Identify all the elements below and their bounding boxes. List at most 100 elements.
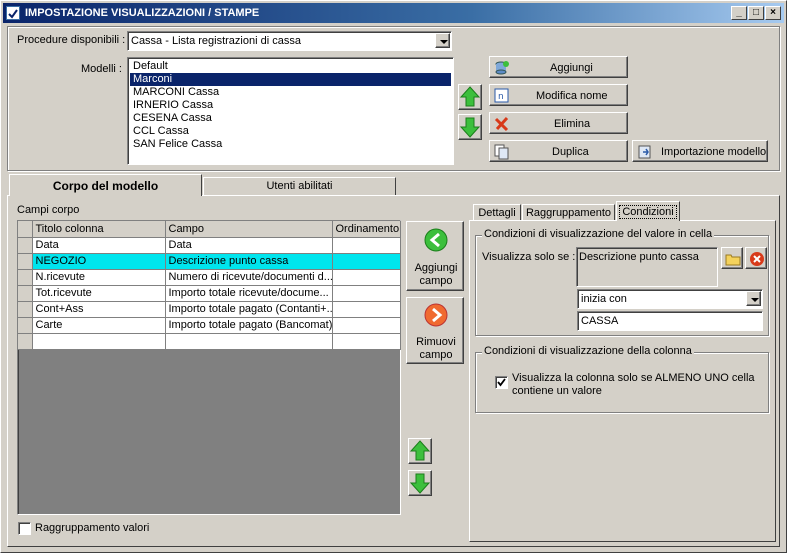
arrow-down-icon	[409, 473, 431, 494]
chevron-down-icon[interactable]	[746, 291, 761, 306]
campo-condizione-field[interactable]: Descrizione punto cassa	[576, 247, 718, 287]
maximize-button[interactable]: □	[748, 6, 764, 20]
cell-ordinamento[interactable]	[332, 301, 401, 318]
tab-condizioni[interactable]: Condizioni	[616, 201, 680, 221]
modelli-label: Modelli :	[81, 63, 122, 75]
row-header[interactable]	[18, 317, 33, 334]
raggruppamento-valori-checkbox[interactable]	[18, 522, 31, 535]
modello-item[interactable]: Marconi	[130, 73, 451, 86]
operatore-select[interactable]: inizia con	[577, 289, 763, 309]
chevron-down-icon[interactable]	[435, 33, 450, 48]
table-row[interactable]: Data Data	[18, 237, 401, 254]
procedure-label: Procedure disponibili :	[17, 34, 126, 46]
group2-title: Condizioni di visualizzazione della colo…	[482, 345, 694, 357]
browse-button[interactable]	[721, 247, 743, 269]
cell-titolo[interactable]: Cont+Ass	[32, 301, 166, 318]
row-header-corner	[18, 221, 33, 238]
row-header[interactable]	[18, 269, 33, 286]
table-row[interactable]	[18, 333, 401, 350]
cell-ordinamento[interactable]	[332, 333, 401, 350]
modello-item[interactable]: CCL Cassa	[130, 125, 451, 138]
tab-corpo-modello[interactable]: Corpo del modello	[9, 174, 202, 196]
cell-titolo[interactable]: Tot.ricevute	[32, 285, 166, 302]
aggiungi-button[interactable]: Aggiungi	[489, 56, 628, 78]
row-header[interactable]	[18, 301, 33, 318]
tab-raggruppamento[interactable]: Raggruppamento	[522, 204, 615, 220]
col-header-ordinamento[interactable]: Ordinamento	[332, 221, 401, 238]
cell-titolo[interactable]: N.ricevute	[32, 269, 166, 286]
campi-table: Titolo colonna Campo Ordinamento Data Dat…	[18, 221, 401, 350]
cell-titolo[interactable]: Data	[32, 237, 166, 254]
cell-campo[interactable]: Data	[165, 237, 333, 254]
move-down-button[interactable]	[458, 114, 482, 140]
visualizza-colonna-checkbox[interactable]	[495, 376, 508, 389]
minimize-button[interactable]: _	[731, 6, 747, 20]
visualizza-solo-se-label: Visualizza solo se :	[482, 251, 576, 263]
aggiungi-campo-label: Aggiungi	[414, 262, 458, 274]
elimina-label: Elimina	[554, 118, 591, 130]
close-button[interactable]: ×	[765, 6, 781, 20]
tab-utenti-label: Utenti abilitati	[266, 180, 333, 192]
arrow-down-icon	[459, 117, 481, 138]
cell-titolo[interactable]: NEGOZIO	[32, 253, 166, 270]
modello-item[interactable]: IRNERIO Cassa	[130, 99, 451, 112]
importazione-modello-button[interactable]: Importazione modello	[632, 140, 768, 162]
clear-icon	[750, 252, 764, 266]
table-row[interactable]: Tot.ricevute Importo totale ricevute/docu…	[18, 285, 401, 302]
cell-ordinamento[interactable]	[332, 285, 401, 302]
tab-condizioni-label: Condizioni	[619, 205, 677, 219]
raggruppamento-valori-label: Raggruppamento valori	[35, 522, 150, 534]
modelli-list[interactable]: Default Marconi MARCONI Cassa IRNERIO Cassa…	[127, 57, 454, 165]
cell-campo[interactable]: Importo totale pagato (Bancomat)	[165, 317, 333, 334]
row-header[interactable]	[18, 285, 33, 302]
arrow-right-circle-icon	[424, 303, 448, 327]
modello-item[interactable]: CESENA Cassa	[130, 112, 451, 125]
tab-utenti-abilitati[interactable]: Utenti abilitati	[203, 177, 396, 195]
svg-text:n: n	[498, 92, 504, 102]
duplica-button[interactable]: Duplica	[489, 140, 628, 162]
cell-ordinamento[interactable]	[332, 317, 401, 334]
cell-ordinamento[interactable]	[332, 237, 401, 254]
modello-item[interactable]: Default	[130, 60, 451, 73]
modifica-nome-button[interactable]: n Modifica nome	[489, 84, 628, 106]
elimina-button[interactable]: Elimina	[489, 112, 628, 134]
campo-condizione-value: Descrizione punto cassa	[579, 251, 699, 263]
duplica-label: Duplica	[552, 146, 589, 158]
rimuovi-campo-button[interactable]: Rimuovi campo	[406, 297, 464, 364]
table-row[interactable]: NEGOZIO Descrizione punto cassa	[18, 253, 401, 270]
row-header[interactable]	[18, 237, 33, 254]
row-header[interactable]	[18, 253, 33, 270]
cell-titolo[interactable]	[32, 333, 166, 350]
cell-campo[interactable]: Numero di ricevute/documenti d...	[165, 269, 333, 286]
folder-icon	[725, 254, 741, 266]
col-header-titolo[interactable]: Titolo colonna	[32, 221, 166, 238]
arrow-left-circle-icon	[424, 228, 448, 252]
field-up-button[interactable]	[408, 438, 432, 464]
cell-campo[interactable]	[165, 333, 333, 350]
modello-item[interactable]: SAN Felice Cassa	[130, 138, 451, 151]
aggiungi-campo-button[interactable]: Aggiungi campo	[406, 221, 464, 291]
move-up-button[interactable]	[458, 84, 482, 110]
procedure-select[interactable]: Cassa - Lista registrazioni di cassa	[127, 31, 452, 51]
clear-button[interactable]	[745, 247, 767, 269]
field-down-button[interactable]	[408, 470, 432, 496]
table-row[interactable]: Carte Importo totale pagato (Bancomat)	[18, 317, 401, 334]
tab-dettagli[interactable]: Dettagli	[473, 204, 521, 220]
valore-input[interactable]: CASSA	[577, 311, 763, 331]
table-row[interactable]: Cont+Ass Importo totale pagato (Contanti+…	[18, 301, 401, 318]
cell-campo[interactable]: Importo totale ricevute/docume...	[165, 285, 333, 302]
campi-grid[interactable]: Titolo colonna Campo Ordinamento Data Dat…	[17, 220, 401, 515]
window-title: IMPOSTAZIONE VISUALIZZAZIONI / STAMPE	[25, 7, 260, 19]
modello-item[interactable]: MARCONI Cassa	[130, 86, 451, 99]
cell-campo[interactable]: Descrizione punto cassa	[165, 253, 333, 270]
table-row[interactable]: N.ricevute Numero di ricevute/documenti d…	[18, 269, 401, 286]
tab-dettagli-label: Dettagli	[478, 207, 516, 219]
cell-ordinamento[interactable]	[332, 253, 401, 270]
cell-ordinamento[interactable]	[332, 269, 401, 286]
row-header[interactable]	[18, 333, 33, 350]
col-header-campo[interactable]: Campo	[165, 221, 333, 238]
cell-campo[interactable]: Importo totale pagato (Contanti+...	[165, 301, 333, 318]
app-icon	[6, 6, 20, 20]
import-icon	[638, 145, 651, 159]
cell-titolo[interactable]: Carte	[32, 317, 166, 334]
